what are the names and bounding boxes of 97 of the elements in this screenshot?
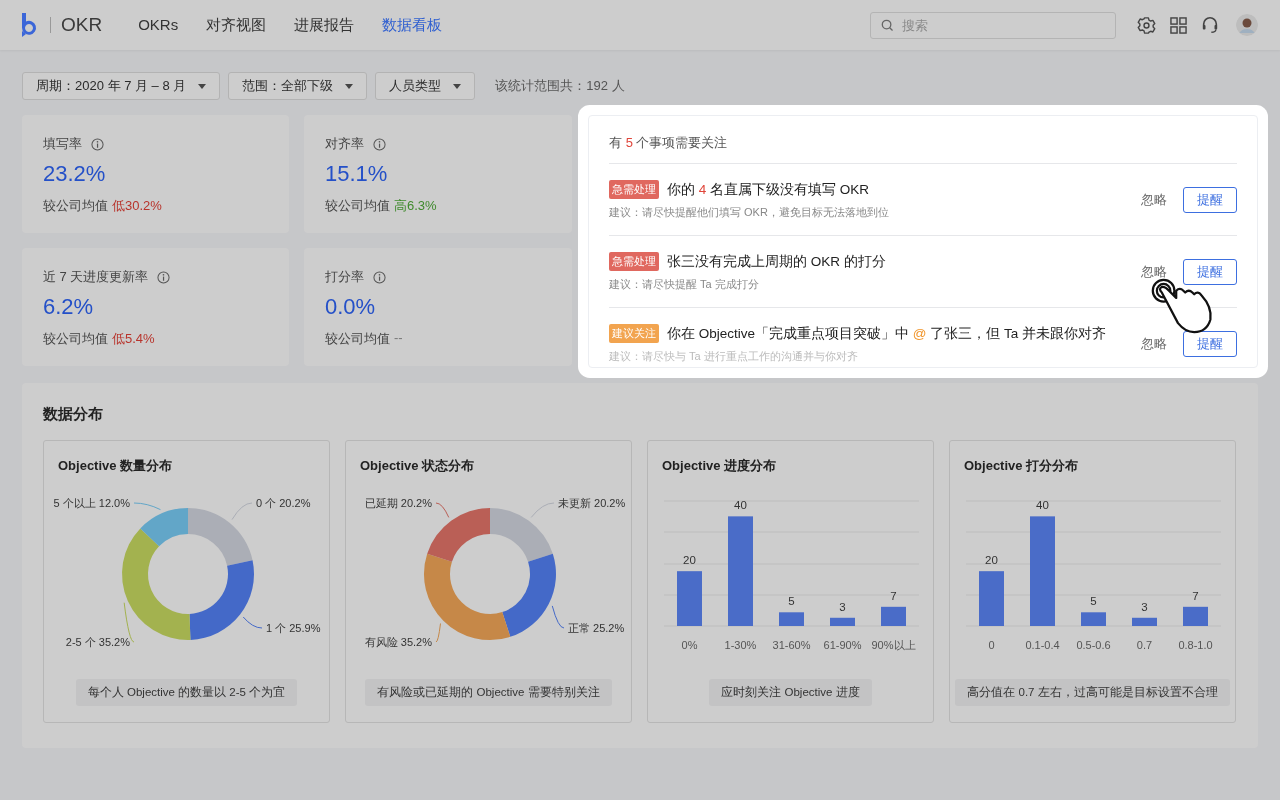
axis-label: 0	[988, 639, 995, 651]
axis-label: 0.8-1.0	[1178, 639, 1213, 651]
slice-label: 未更新 20.2%	[558, 497, 626, 509]
slice-label: 5 个以上 12.0%	[53, 497, 130, 509]
headset-icon[interactable]	[1201, 16, 1219, 34]
metric-value: 15.1%	[325, 161, 389, 187]
alert-title: 张三没有完成上周期的 OKR 的打分	[667, 252, 886, 271]
app-name: OKR	[61, 14, 103, 36]
metric-value: 6.2%	[43, 294, 95, 320]
slice-label: 有风险 35.2%	[364, 636, 432, 648]
avatar[interactable]	[1236, 14, 1258, 36]
compare-delta: 高6.3%	[394, 197, 437, 215]
status-tag: 急需处理	[609, 252, 659, 271]
filter-dropdown[interactable]: 范围：全部下级	[228, 72, 368, 100]
axis-label: 1-30%	[724, 639, 757, 651]
remind-button[interactable]: 提醒	[1183, 187, 1237, 213]
remind-button[interactable]: 提醒	[1183, 259, 1237, 285]
info-icon[interactable]	[373, 270, 386, 284]
compare-label: 较公司均值	[43, 330, 108, 348]
chart-note: 每个人 Objective 的数量以 2-5 个为宜	[75, 679, 298, 706]
axis-label: 61-90%	[823, 639, 862, 651]
nav-tab[interactable]: 对齐视图	[206, 15, 267, 35]
alert-suggestion: 建议：请尽快提醒他们填写 OKR，避免目标无法落地到位	[609, 205, 890, 220]
bar-value: 20	[985, 554, 998, 567]
info-icon[interactable]	[91, 137, 104, 151]
nav-tab[interactable]: OKRs	[138, 15, 179, 35]
axis-label: 0%	[681, 639, 698, 651]
ignore-link[interactable]: 忽略	[1141, 263, 1167, 281]
metric-title: 对齐率	[325, 135, 364, 153]
leader-line	[242, 616, 263, 629]
settings-icon[interactable]	[1137, 15, 1156, 35]
compare-label: 较公司均值	[43, 197, 108, 215]
leader-line	[133, 502, 161, 511]
bar-value: 3	[839, 600, 846, 613]
leader-line	[435, 502, 450, 518]
ignore-link[interactable]: 忽略	[1141, 191, 1167, 209]
alerts-heading: 有 5 个事项需要关注	[609, 116, 1237, 164]
slice-label: 1 个 25.9%	[266, 622, 321, 634]
alert-suggestion: 建议：请尽快提醒 Ta 完成打分	[609, 277, 760, 292]
compare-label: 较公司均值	[325, 197, 390, 215]
summary-text: 该统计范围共：192 人	[495, 77, 625, 95]
status-tag: 急需处理	[609, 180, 659, 199]
metric-value: 0.0%	[325, 294, 377, 320]
remind-button[interactable]: 提醒	[1183, 331, 1237, 357]
compare-delta: 低30.2%	[112, 197, 162, 215]
axis-label: 31-60%	[772, 639, 811, 651]
grid-icon[interactable]	[1170, 16, 1187, 34]
search-field[interactable]: 搜索	[870, 11, 1116, 39]
bar-value: 7	[890, 589, 897, 602]
slice-label: 2-5 个 35.2%	[65, 636, 130, 648]
slice-label: 0 个 20.2%	[256, 497, 311, 509]
leader-line	[231, 502, 253, 521]
axis-label: 0.7	[1136, 639, 1153, 651]
info-icon[interactable]	[157, 270, 171, 284]
caret-icon	[345, 83, 354, 89]
filter-dropdown[interactable]: 人员类型	[375, 72, 476, 100]
filter-dropdown[interactable]: 周期：2020 年 7 月 – 8 月	[22, 72, 221, 100]
bar-value: 5	[1090, 595, 1097, 608]
caret-icon	[198, 83, 207, 89]
compare-delta: 低5.4%	[112, 330, 155, 348]
bar-value: 5	[788, 595, 795, 608]
nav-tab[interactable]: 数据看板	[382, 15, 443, 35]
alert-title: 你的 4 名直属下级没有填写 OKR	[667, 180, 870, 199]
ignore-link[interactable]: 忽略	[1141, 335, 1167, 353]
slice-label: 正常 25.2%	[568, 622, 625, 634]
axis-label: 0.1-0.4	[1025, 639, 1060, 651]
bar-value: 40	[734, 499, 747, 512]
search-icon	[881, 18, 894, 32]
section-title: 数据分布	[43, 405, 104, 424]
chart-note: 高分值在 0.7 左右，过高可能是目标设置不合理	[955, 679, 1230, 706]
bar-value: 3	[1141, 600, 1148, 613]
nav-tab[interactable]: 进展报告	[294, 15, 355, 35]
bar-value: 20	[683, 554, 696, 567]
metric-title: 填写率	[43, 135, 82, 153]
metric-title: 近 7 天进度更新率	[43, 268, 149, 286]
leader-line	[530, 502, 555, 518]
info-icon[interactable]	[373, 137, 386, 151]
axis-label: 90%以上	[871, 639, 916, 651]
leader-line	[435, 623, 441, 643]
bar-value: 7	[1192, 589, 1199, 602]
status-tag: 建议关注	[609, 324, 659, 343]
chart-note: 有风险或已延期的 Objective 需要特别关注	[365, 679, 612, 706]
alert-title: 你在 Objective「完成重点项目突破」中 @ 了张三，但 Ta 并未跟你对齐	[667, 324, 1106, 343]
chart-title: Objective 打分分布	[963, 457, 1080, 475]
leader-line	[551, 605, 565, 629]
caret-icon	[453, 83, 462, 89]
chart-note: 应时刻关注 Objective 进度	[709, 679, 872, 706]
chart-title: Objective 数量分布	[57, 457, 174, 475]
chart-title: Objective 进度分布	[661, 457, 778, 475]
metric-title: 打分率	[325, 268, 364, 286]
axis-label: 0.5-0.6	[1076, 639, 1111, 651]
metric-value: 23.2%	[43, 161, 107, 187]
compare-label: 较公司均值	[325, 330, 390, 348]
slice-label: 已延期 20.2%	[364, 497, 432, 509]
bar-value: 40	[1036, 499, 1049, 512]
compare-delta: --	[394, 330, 403, 347]
chart-title: Objective 状态分布	[359, 457, 476, 475]
